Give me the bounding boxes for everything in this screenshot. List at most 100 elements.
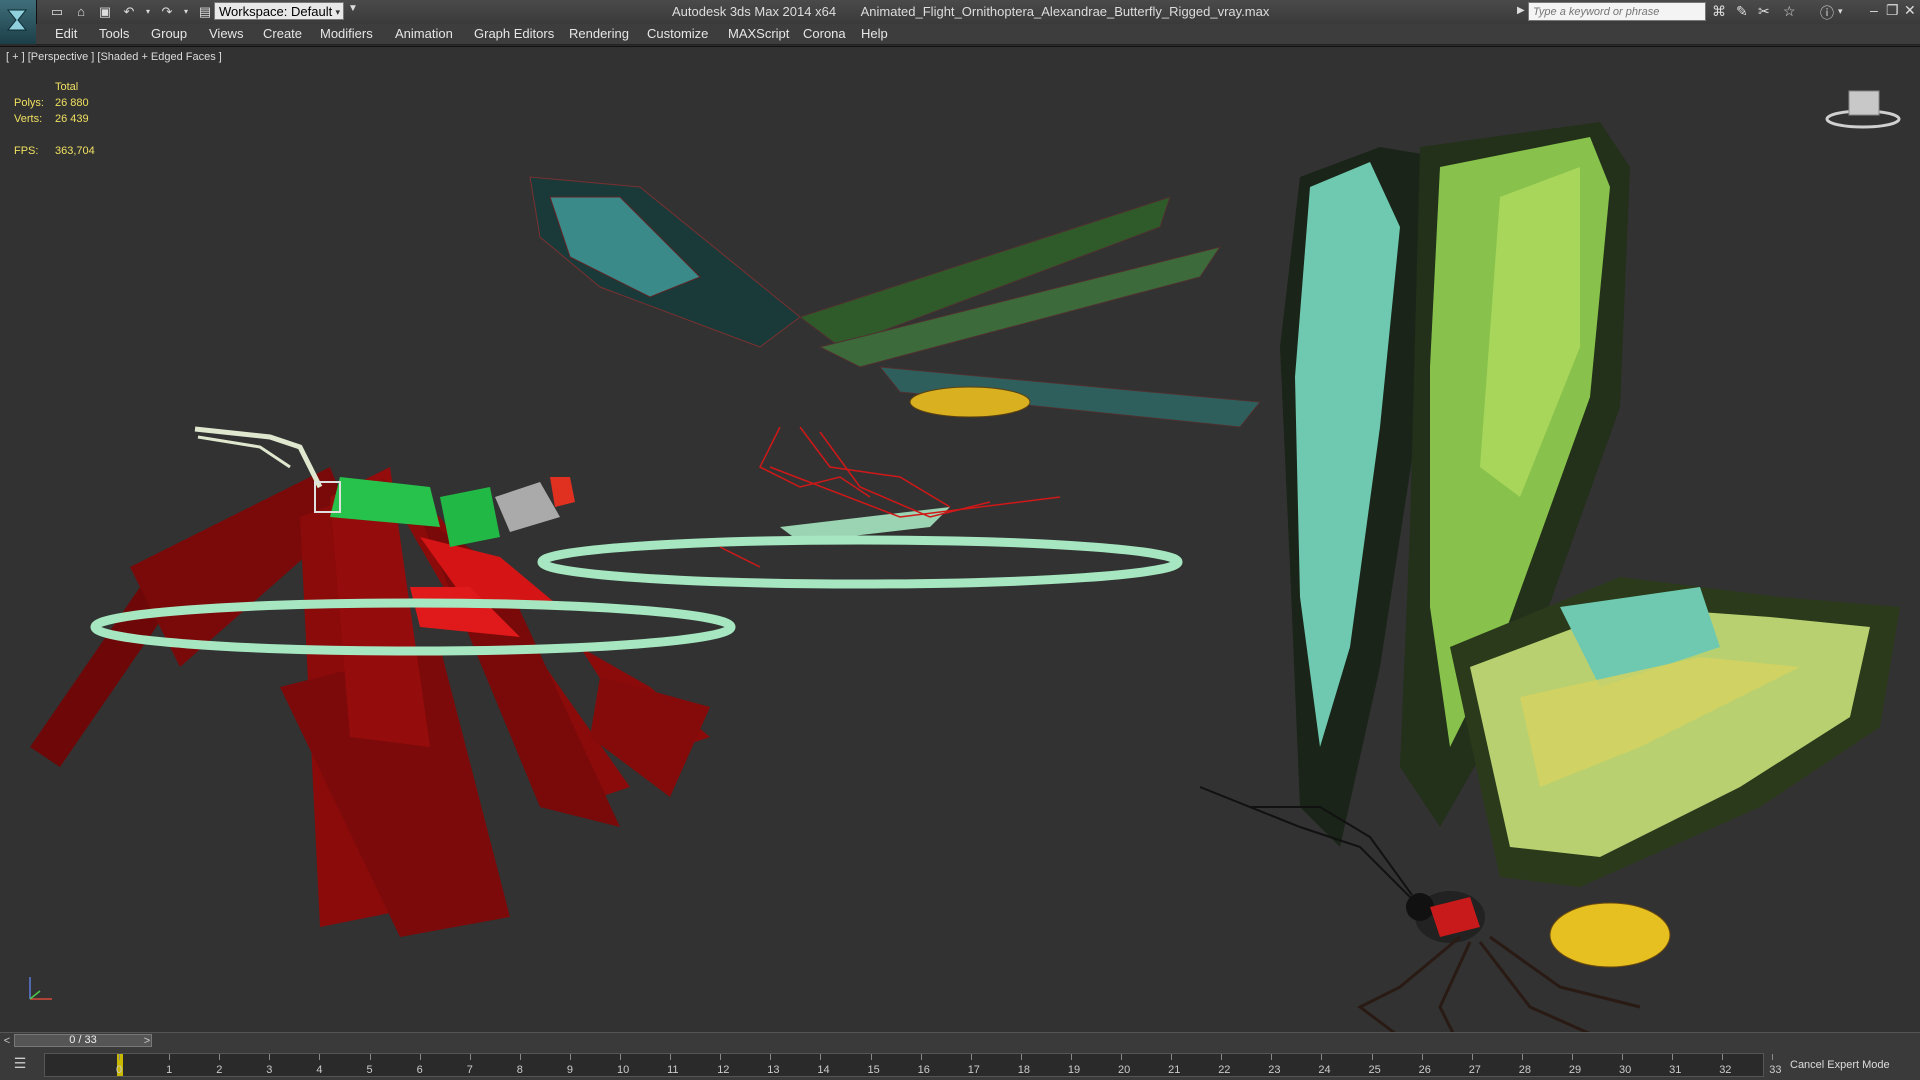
menu-corona[interactable]: Corona [803,26,846,41]
app-logo-icon [6,9,28,31]
favorites-icon[interactable]: ☆ [1783,3,1796,20]
frame-tick-label: 32 [1719,1064,1732,1076]
frame-tick-label: 25 [1368,1064,1381,1076]
subscription-icon[interactable]: ✎ [1736,3,1748,20]
frame-tick [1672,1054,1674,1060]
menu-views[interactable]: Views [209,26,243,41]
project-folder-icon[interactable]: ▤ [196,3,214,21]
viewcube-icon[interactable] [1825,85,1901,129]
open-file-icon[interactable]: ⌂ [72,3,90,21]
communication-icon[interactable]: ✂ [1758,3,1770,20]
menu-modifiers[interactable]: Modifiers [320,26,373,41]
chevron-down-icon: ▾ [335,7,340,17]
frame-tick-label: 3 [266,1064,273,1076]
polys-value: 26 880 [55,97,89,109]
frame-tick [820,1054,822,1060]
frame-tick-label: 19 [1067,1064,1081,1076]
frame-tick-label: 28 [1518,1064,1532,1076]
menu-group[interactable]: Group [151,26,187,41]
scene-render [30,122,1900,1033]
menu-help[interactable]: Help [861,26,888,41]
frame-tick-label: 10 [617,1064,630,1076]
title-bar: ▭ ⌂ ▣ ↶ ▾ ↷ ▾ ▤ Workspace: Default ▾ ▼ A… [0,0,1920,44]
save-icon[interactable]: ▣ [96,3,114,21]
polys-label: Polys: [14,97,44,109]
frame-tick-label: 16 [917,1064,930,1076]
menu-customize[interactable]: Customize [647,26,708,41]
frame-tick [469,1054,471,1060]
frame-tick-label: 30 [1619,1064,1632,1076]
frame-tick-label: 26 [1418,1064,1431,1076]
undo-dropdown-icon[interactable]: ▾ [144,3,152,21]
app-menu-button[interactable] [0,0,37,44]
minimize-icon[interactable]: – [1870,2,1878,18]
frame-tick [1371,1054,1373,1060]
customize-qa-icon[interactable]: ▼ [348,3,358,14]
frame-tick [369,1054,371,1060]
frame-tick-label: 33 [1769,1064,1782,1076]
time-slider-next-button[interactable]: > [140,1033,154,1049]
binoculars-icon[interactable]: ⌘ [1712,3,1726,20]
frame-tick [1471,1054,1473,1060]
frame-tick-label: 7 [466,1064,473,1076]
menu-animation[interactable]: Animation [395,26,453,41]
menu-create[interactable]: Create [263,26,302,41]
frame-tick [1521,1054,1523,1060]
fps-label: FPS: [14,145,39,157]
frame-tick-label: 23 [1268,1064,1281,1076]
frame-tick-label: 17 [967,1064,980,1076]
search-arrow-icon[interactable]: ▶ [1517,5,1525,16]
frame-tick-label: 6 [416,1064,423,1076]
mini-curve-editor-icon[interactable]: ☰ [6,1055,34,1075]
frame-tick-label: 9 [566,1064,574,1076]
cancel-expert-mode-button[interactable]: Cancel Expert Mode [1790,1059,1890,1071]
app-window: ▭ ⌂ ▣ ↶ ▾ ↷ ▾ ▤ Workspace: Default ▾ ▼ A… [0,0,1920,1080]
restore-icon[interactable]: ❐ [1886,2,1899,19]
frame-tick [970,1054,972,1060]
frame-tick-label: 5 [366,1064,373,1076]
frame-tick-label: 24 [1318,1064,1331,1076]
frame-tick-label: 0 [116,1064,123,1076]
redo-icon[interactable]: ↷ [158,3,176,21]
frame-tick-label: 12 [717,1064,730,1076]
help-dropdown-icon[interactable]: ▾ [1838,6,1843,17]
frame-ruler[interactable]: 0 1 2 3 4 5 6 7 8 9 10 11 12 13 14 15 16 17 18 19 20 21 22 23 24… [44,1053,1782,1077]
frame-tick-label: 22 [1218,1064,1231,1076]
menu-graph-editors[interactable]: Graph Editors [474,26,554,41]
redo-dropdown-icon[interactable]: ▾ [182,3,190,21]
frame-tick [1321,1054,1323,1060]
frame-tick-label: 29 [1568,1064,1582,1076]
frame-tick [670,1054,672,1060]
frame-tick-label: 14 [817,1064,830,1076]
frame-tick [770,1054,772,1060]
menu-tools[interactable]: Tools [99,26,129,41]
help-icon[interactable]: ⓘ [1820,3,1834,23]
verts-label: Verts: [14,113,43,125]
frame-tick-label: 13 [767,1064,780,1076]
frame-tick [269,1054,271,1060]
frame-tick [519,1054,521,1060]
search-input[interactable] [1528,2,1706,21]
menu-edit[interactable]: Edit [55,26,77,41]
wireframe-butterfly [529,176,1261,589]
menu-maxscript[interactable]: MAXScript [728,26,789,41]
perspective-viewport[interactable]: [ + ] [Perspective ] [Shaded + Edged Fac… [0,46,1920,1033]
frame-tick [1121,1054,1122,1060]
new-file-icon[interactable]: ▭ [48,3,66,21]
frame-tick-label: 2 [216,1064,223,1076]
frame-tick [1772,1054,1774,1060]
frame-tick-label: 4 [316,1064,323,1076]
menu-rendering[interactable]: Rendering [569,26,629,41]
rig-red-bones [30,467,710,937]
frame-tick [1171,1054,1173,1060]
time-slider-thumb[interactable]: 0 / 33 [14,1034,152,1047]
workspace-dropdown[interactable]: Workspace: Default ▾ [214,2,344,20]
workspace-value: Workspace: Default [219,4,333,19]
close-icon[interactable]: ✕ [1904,2,1916,19]
time-slider-prev-button[interactable]: < [0,1033,14,1049]
frame-tick-label: 20 [1118,1064,1131,1076]
undo-icon[interactable]: ↶ [120,3,138,21]
viewport-label[interactable]: [ + ] [Perspective ] [Shaded + Edged Fac… [6,51,222,63]
frame-tick [219,1054,221,1060]
frame-tick [1070,1054,1072,1060]
